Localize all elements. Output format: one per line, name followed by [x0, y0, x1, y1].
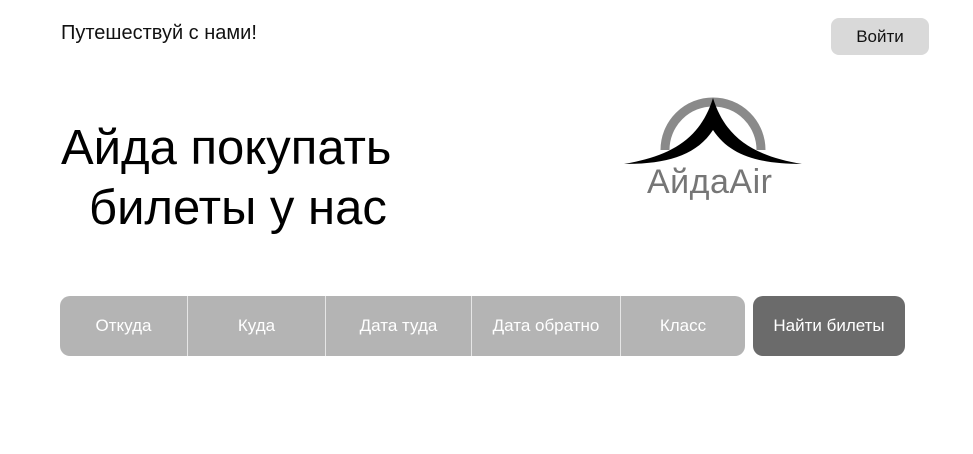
logo-text: АйдаAir [647, 163, 773, 201]
from-field[interactable]: Откуда [60, 296, 188, 356]
page: Путешествуй с нами! Войти Айда покупать … [0, 0, 973, 454]
login-button[interactable]: Войти [831, 18, 929, 55]
hero-title-line2: билеты у нас [89, 181, 387, 235]
aidaair-logo: АйдаAir [620, 80, 810, 210]
to-field[interactable]: Куда [188, 296, 326, 356]
hero-title: Айда покупать билеты у нас [61, 118, 391, 238]
find-tickets-button[interactable]: Найти билеты [753, 296, 905, 356]
logo-wings [624, 98, 802, 164]
search-bar: Откуда Куда Дата туда Дата обратно Класс [60, 296, 745, 356]
return-date-field[interactable]: Дата обратно [472, 296, 621, 356]
hero-title-line1: Айда покупать [61, 121, 392, 175]
departure-date-field[interactable]: Дата туда [326, 296, 472, 356]
tagline: Путешествуй с нами! [61, 22, 257, 44]
class-field[interactable]: Класс [621, 296, 745, 356]
